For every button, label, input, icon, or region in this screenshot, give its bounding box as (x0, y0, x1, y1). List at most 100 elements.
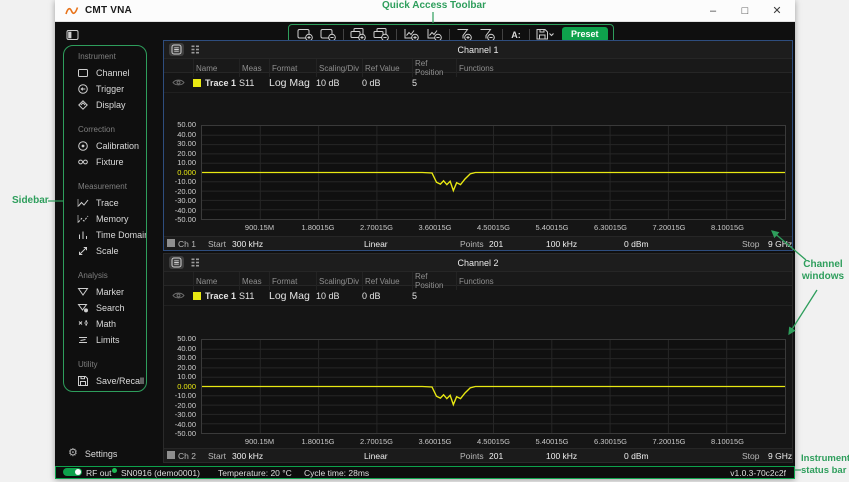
trace-scaling[interactable]: 10 dB (316, 291, 362, 301)
y-axis-labels: 50.00 40.00 30.00 20.00 10.00 0.000 -10.00 -20.… (164, 335, 198, 438)
column-header-scaling: Scaling/Div (316, 59, 362, 77)
sidebar-item-label: Memory (96, 214, 129, 224)
sidebar-item-channel[interactable]: Channel (70, 65, 146, 81)
y-tick-label: -10.00 (174, 177, 196, 186)
column-header-name: Name (193, 59, 239, 77)
sidebar-item-time-domain[interactable]: Time Domain (70, 227, 146, 243)
y-tick-label: -50.00 (174, 429, 196, 438)
trace-scaling[interactable]: 10 dB (316, 78, 362, 88)
start-value[interactable]: 300 kHz (232, 451, 263, 461)
maximize-button[interactable]: □ (739, 0, 751, 22)
app-window: CMT VNA – □ ✕ A: Preset Instrument Chann… (55, 0, 795, 479)
sidebar-item-trigger[interactable]: Trigger (70, 81, 146, 97)
x-tick-label: 2.70015G (360, 437, 393, 446)
visibility-eye-icon[interactable] (164, 78, 193, 87)
trace-meas[interactable]: S11 (239, 291, 269, 301)
save-recall-icon (78, 376, 88, 386)
if-bandwidth[interactable]: 100 kHz (546, 451, 577, 461)
close-button[interactable]: ✕ (771, 0, 783, 22)
sidebar-item-save-recall[interactable]: Save/Recall (70, 373, 146, 389)
channel-chip[interactable] (167, 451, 175, 459)
channel-label: Ch 1 (178, 239, 196, 249)
sidebar-item-limits[interactable]: Limits (70, 332, 146, 348)
sidebar-item-math[interactable]: Math (70, 316, 146, 332)
sidebar-item-memory[interactable]: Memory (70, 211, 146, 227)
plot-area[interactable] (201, 339, 786, 434)
trace-meas[interactable]: S11 (239, 78, 269, 88)
plot-area[interactable] (201, 125, 786, 220)
channel-icon (78, 69, 88, 77)
sidebar-item-label: Display (96, 100, 126, 110)
sidebar-item-calibration[interactable]: Calibration (70, 138, 146, 154)
y-tick-label: 0.000 (177, 167, 196, 177)
sidebar-item-trace[interactable]: Trace (70, 195, 146, 211)
sidebar-item-label: Trigger (96, 84, 125, 94)
power-level[interactable]: 0 dBm (624, 451, 649, 461)
points-value[interactable]: 201 (489, 451, 503, 461)
sweep-type[interactable]: Linear (364, 239, 388, 249)
instrument-status-bar: RF out SN0916 (demo0001) Temperature: 20… (55, 466, 795, 479)
y-tick-label: -30.00 (174, 410, 196, 419)
sidebar-item-settings[interactable]: ⚙ Settings (68, 448, 117, 459)
trace-ref-position[interactable]: 5 (412, 78, 456, 88)
trace-ref-value[interactable]: 0 dB (362, 291, 412, 301)
y-tick-label: 40.00 (177, 129, 196, 139)
x-tick-label: 900.15M (244, 437, 275, 446)
toolbar-divider (449, 29, 450, 40)
channel-1-chart: 50.00 40.00 30.00 20.00 10.00 0.000 -10.00 -20.… (164, 121, 792, 235)
power-level[interactable]: 0 dBm (624, 239, 649, 249)
rf-out-toggle[interactable] (63, 468, 82, 476)
sidebar-item-fixture[interactable]: Fixture (70, 154, 146, 170)
sidebar-item-display[interactable]: Display (70, 97, 146, 113)
if-bandwidth[interactable]: 100 kHz (546, 239, 577, 249)
channel-1-window[interactable]: Channel 1 Name Meas Format Scaling/Div R… (163, 40, 793, 251)
start-label: Start (208, 239, 226, 249)
trace-format[interactable]: Log Mag (269, 290, 316, 302)
toolbar-divider (396, 29, 397, 40)
y-tick-label: -40.00 (174, 419, 196, 429)
column-header-format: Format (269, 272, 316, 290)
stop-value[interactable]: 9 GHz (768, 451, 792, 461)
limits-icon (79, 337, 87, 343)
version-label: v1.0.3-70c2c2f (730, 468, 786, 478)
cycle-time: Cycle time: 28ms (304, 468, 370, 478)
x-tick-label: 900.15M (244, 223, 275, 232)
sidebar-item-label: Save/Recall (96, 376, 145, 386)
x-tick-label: 6.30015G (594, 223, 627, 232)
serial-number: SN0916 (demo0001) (121, 468, 200, 478)
channel-2-window[interactable]: Channel 2 Name Meas Format Scaling/Div R… (163, 253, 793, 463)
trace-format[interactable]: Log Mag (269, 77, 316, 89)
column-header-ref-value: Ref Value (362, 272, 412, 290)
sidebar-section-title: Correction (78, 125, 115, 134)
minimize-button[interactable]: – (707, 0, 719, 22)
y-tick-label: 30.00 (177, 353, 196, 362)
column-header-scaling: Scaling/Div (316, 272, 362, 290)
channel-chip[interactable] (167, 239, 175, 247)
sidebar-item-marker[interactable]: Marker (70, 284, 146, 300)
font-size-button[interactable]: A: (506, 30, 526, 40)
sweep-type[interactable]: Linear (364, 451, 388, 461)
time-domain-icon (79, 231, 87, 239)
y-tick-label: 10.00 (177, 158, 196, 167)
sidebar-item-scale[interactable]: Scale (70, 243, 146, 259)
points-value[interactable]: 201 (489, 239, 503, 249)
channel-title: Channel 1 (457, 44, 499, 55)
x-tick-label: 3.60015G (418, 437, 452, 446)
sidebar-item-label: Marker (96, 287, 125, 297)
sidebar-item-label: Calibration (96, 141, 140, 151)
trace-ref-position[interactable]: 5 (412, 291, 456, 301)
trace-plot (202, 126, 785, 219)
trace-ref-value[interactable]: 0 dB (362, 78, 412, 88)
sidebar-item-search[interactable]: Search (70, 300, 146, 316)
stop-value[interactable]: 9 GHz (768, 239, 792, 249)
visibility-eye-icon[interactable] (164, 291, 193, 300)
start-value[interactable]: 300 kHz (232, 239, 263, 249)
cmt-logo-icon (65, 6, 79, 14)
column-header-ref-position: Ref Position (412, 59, 456, 77)
sidebar-toggle-icon[interactable] (66, 28, 79, 46)
channel-2-chart: 50.00 40.00 30.00 20.00 10.00 0.000 -10.00 -20.… (164, 335, 792, 449)
y-tick-label: 20.00 (177, 148, 196, 158)
scale-icon (79, 247, 87, 255)
x-tick-label: 5.40015G (535, 223, 569, 232)
sidebar-item-label: Search (96, 303, 125, 313)
